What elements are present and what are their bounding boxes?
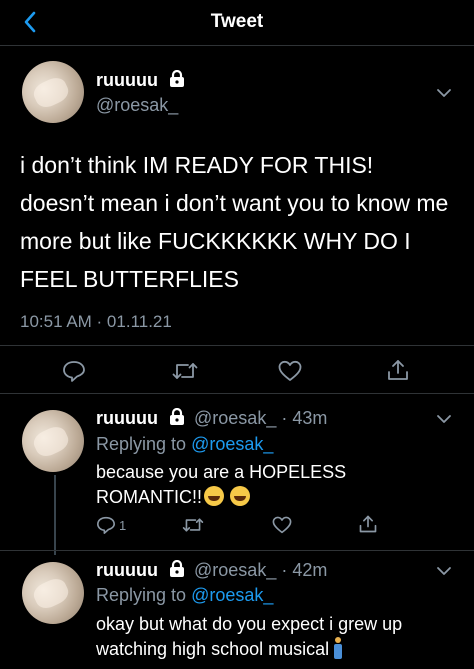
divider [0,550,474,551]
chevron-down-icon[interactable] [436,566,452,576]
reply-text: okay but what do you expect i grew up wa… [96,614,403,659]
retweet-icon [182,518,204,532]
share-button[interactable] [358,514,378,534]
chevron-down-icon[interactable] [436,88,452,98]
lock-icon [170,408,184,425]
retweet-icon [172,363,198,379]
display-name[interactable]: ruuuuu [96,408,158,428]
username-handle[interactable]: @roesak_ [96,95,178,116]
avatar[interactable] [22,410,84,472]
divider [0,393,474,394]
handle-and-time[interactable]: @roesak_ · 42m [194,560,327,580]
tweet-text: i don’t think IM READY FOR THIS! doesn’t… [20,152,449,292]
heart-icon [272,516,292,534]
lock-icon [170,70,184,87]
heart-icon [278,360,302,381]
like-button[interactable] [272,516,292,534]
reply-header: ruuuuu @roesak_ · 43m [96,408,327,429]
laughing-emoji [204,486,224,506]
share-icon [359,515,377,533]
retweet-button[interactable] [172,360,198,382]
reply-text: because you are a HOPELESS ROMANTIC!! [96,462,347,507]
lock-icon [170,560,184,577]
tweet-timestamp[interactable]: 10:51 AM · 01.11.21 [20,312,172,332]
mention-link[interactable]: @roesak_ [191,585,273,605]
avatar[interactable] [22,61,84,123]
person-standing-emoji [333,637,343,659]
header-bar: Tweet [0,0,474,46]
share-button[interactable] [386,358,410,382]
display-name[interactable]: ruuuuu [96,70,185,91]
reply-button[interactable]: 1 [96,516,126,534]
reply-button[interactable] [62,360,86,382]
comment-icon [63,361,85,382]
page-title: Tweet [210,11,264,32]
replying-to: Replying to @roesak_ [96,434,274,454]
comment-icon [97,516,115,534]
reply-count: 1 [119,517,127,533]
share-icon [388,360,408,380]
like-button[interactable] [278,360,302,382]
chevron-down-icon[interactable] [436,414,452,424]
reply-header: ruuuuu @roesak_ · 42m [96,560,327,581]
laughing-emoji [230,486,250,506]
tweet-actions [0,352,474,390]
display-name[interactable]: ruuuuu [96,560,158,580]
retweet-button[interactable] [182,516,204,534]
handle-and-time[interactable]: @roesak_ · 43m [194,408,327,428]
divider [0,345,474,346]
avatar[interactable] [22,562,84,624]
thread-connector [54,475,56,555]
mention-link[interactable]: @roesak_ [191,434,273,454]
replying-to: Replying to @roesak_ [96,585,274,605]
